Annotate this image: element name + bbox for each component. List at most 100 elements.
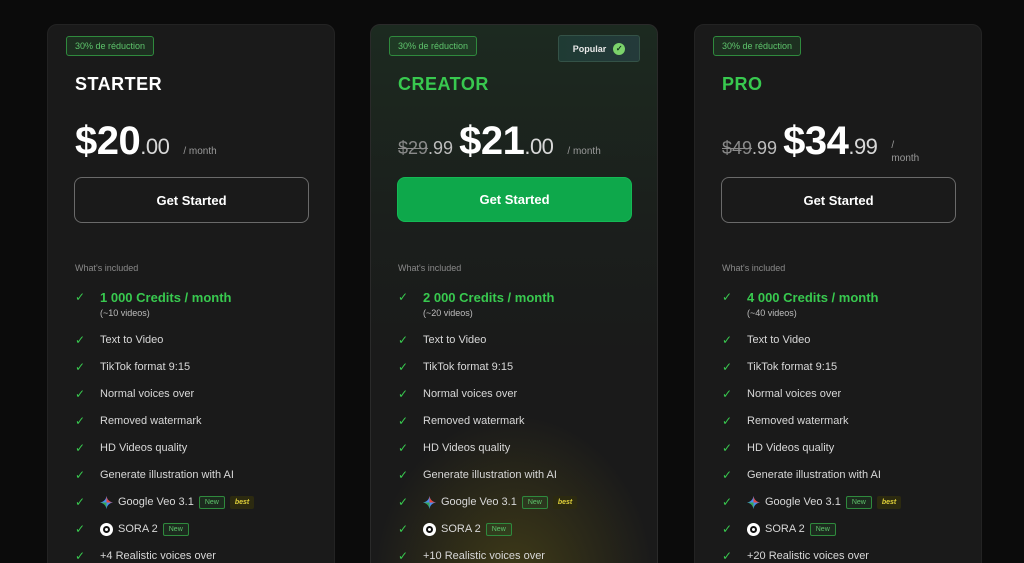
- current-price: $21.00: [459, 119, 554, 164]
- feature-text: Normal voices over: [423, 388, 518, 400]
- feature-item: ✓ Removed watermark: [722, 414, 972, 441]
- feature-item: ✓ Removed watermark: [75, 414, 325, 441]
- check-icon: ✓: [398, 522, 409, 536]
- sora-label: SORA 2: [441, 523, 481, 535]
- price: $29.99 $21.00 / month: [398, 119, 601, 164]
- current-price: $34.99: [783, 119, 878, 164]
- plan-name: CREATOR: [398, 74, 489, 94]
- feature-item: ✓ HD Videos quality: [75, 441, 325, 468]
- feature-text: TikTok format 9:15: [423, 361, 514, 373]
- price-cents: .00: [524, 134, 554, 159]
- included-label: What's included: [398, 263, 462, 273]
- credits-text: 4 000 Credits / month: [747, 290, 879, 305]
- feature-list: ✓ 1 000 Credits / month (~10 videos) ✓ Tex…: [75, 290, 325, 563]
- check-icon: ✓: [722, 414, 733, 428]
- plan-card-starter: 30% de réduction STARTER $20.00 / month …: [47, 24, 335, 563]
- feature-text: Normal voices over: [100, 388, 195, 400]
- check-icon: ✓: [398, 441, 409, 455]
- feature-sora: ✓ SORA 2 New: [398, 522, 648, 549]
- feature-item: ✓ Normal voices over: [75, 387, 325, 414]
- feature-text: Removed watermark: [423, 415, 525, 427]
- openai-icon: [747, 522, 760, 536]
- check-icon: ✓: [398, 333, 409, 347]
- veo-label: Google Veo 3.1: [118, 496, 194, 508]
- included-label: What's included: [75, 263, 139, 273]
- feature-voices: ✓ +20 Realistic voices over: [722, 549, 972, 563]
- best-tag: best: [552, 495, 578, 509]
- check-icon: ✓: [75, 290, 86, 304]
- feature-sora: ✓ SORA 2 New: [722, 522, 972, 549]
- check-icon: ✓: [722, 549, 733, 563]
- check-icon: ✓: [722, 360, 733, 374]
- price-period: / month: [567, 146, 601, 157]
- feature-item: ✓ Generate illustration with AI: [75, 468, 325, 495]
- google-gemini-icon: [423, 495, 436, 509]
- best-tag: best: [229, 495, 255, 509]
- feature-text: Removed watermark: [747, 415, 849, 427]
- feature-item: ✓ Text to Video: [75, 333, 325, 360]
- popular-label: Popular: [572, 43, 607, 54]
- check-icon: ✓: [722, 387, 733, 401]
- old-price-main: $29: [398, 138, 429, 158]
- check-icon: ✓: [722, 495, 733, 509]
- old-price: $29.99: [398, 138, 453, 159]
- credits-text: 2 000 Credits / month: [423, 290, 555, 305]
- new-tag: New: [162, 522, 189, 536]
- check-icon: ✓: [398, 290, 409, 304]
- feature-list: ✓ 2 000 Credits / month (~20 videos) ✓ Tex…: [398, 290, 648, 563]
- feature-text: +4 Realistic voices over: [100, 550, 216, 562]
- feature-sora: ✓ SORA 2 New: [75, 522, 325, 549]
- price-main: $21: [459, 119, 525, 163]
- feature-text: Removed watermark: [100, 415, 202, 427]
- feature-item: ✓ TikTok format 9:15: [722, 360, 972, 387]
- veo-label: Google Veo 3.1: [765, 496, 841, 508]
- check-icon: ✓: [75, 549, 86, 563]
- check-icon: ✓: [75, 495, 86, 509]
- feature-item: ✓ Generate illustration with AI: [722, 468, 972, 495]
- openai-icon: [423, 522, 436, 536]
- check-icon: ✓: [722, 468, 733, 482]
- feature-text: Text to Video: [423, 334, 487, 346]
- feature-text: +10 Realistic voices over: [423, 550, 545, 562]
- get-started-button[interactable]: Get Started: [74, 177, 309, 223]
- plan-name: STARTER: [75, 74, 163, 94]
- check-icon: ✓: [75, 333, 86, 347]
- google-gemini-icon: [100, 495, 113, 509]
- old-price-cents: .99: [752, 138, 778, 158]
- check-icon: ✓: [75, 522, 86, 536]
- popular-badge: Popular ✓: [558, 35, 640, 62]
- check-icon: ✓: [722, 333, 733, 347]
- credits-sub: (~20 videos): [423, 308, 473, 318]
- included-label: What's included: [722, 263, 786, 273]
- veo-label: Google Veo 3.1: [441, 496, 517, 508]
- feature-item: ✓ HD Videos quality: [722, 441, 972, 468]
- feature-list: ✓ 4 000 Credits / month (~40 videos) ✓ Tex…: [722, 290, 972, 563]
- feature-text: HD Videos quality: [423, 442, 511, 454]
- credits-text: 1 000 Credits / month: [100, 290, 232, 305]
- get-started-button[interactable]: Get Started: [721, 177, 956, 223]
- feature-text: Text to Video: [747, 334, 811, 346]
- check-icon: ✓: [398, 414, 409, 428]
- plan-name: PRO: [722, 74, 763, 94]
- feature-voices: ✓ +4 Realistic voices over: [75, 549, 325, 563]
- feature-credits: ✓ 2 000 Credits / month (~20 videos): [398, 290, 648, 333]
- check-icon: ✓: [75, 387, 86, 401]
- feature-text: Generate illustration with AI: [747, 469, 881, 481]
- discount-badge: 30% de réduction: [389, 36, 478, 56]
- new-tag: New: [198, 495, 225, 509]
- price-cents: .00: [140, 134, 170, 159]
- feature-item: ✓ Normal voices over: [398, 387, 648, 414]
- feature-text: HD Videos quality: [747, 442, 835, 454]
- feature-item: ✓ TikTok format 9:15: [75, 360, 325, 387]
- get-started-button[interactable]: Get Started: [397, 177, 632, 222]
- check-icon: ✓: [398, 495, 409, 509]
- price-period-slash: /: [891, 140, 895, 151]
- new-tag: New: [485, 522, 512, 536]
- feature-text: HD Videos quality: [100, 442, 188, 454]
- feature-item: ✓ Generate illustration with AI: [398, 468, 648, 495]
- check-icon: ✓: [398, 549, 409, 563]
- current-price: $20.00: [75, 119, 170, 164]
- feature-item: ✓ Text to Video: [398, 333, 648, 360]
- credits-sub: (~40 videos): [747, 308, 797, 318]
- check-icon: ✓: [75, 414, 86, 428]
